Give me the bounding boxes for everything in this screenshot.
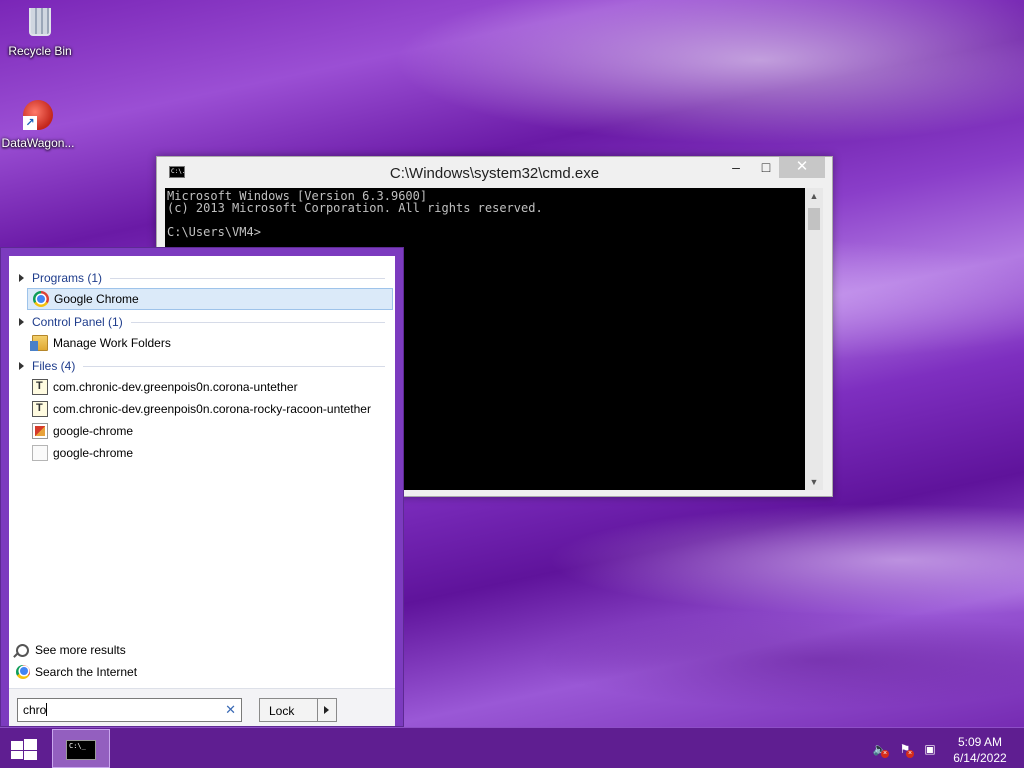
result-label: com.chronic-dev.greenpois0n.corona-untet… [53, 380, 298, 394]
lock-button[interactable]: Lock [259, 698, 337, 722]
windows-start-icon[interactable] [11, 738, 37, 760]
link-label: Search the Internet [35, 665, 138, 679]
chrome-icon [33, 291, 49, 307]
start-menu: Programs (1) Google Chrome Control Panel… [0, 247, 404, 727]
result-google-chrome[interactable]: Google Chrome [27, 288, 393, 310]
scroll-up-icon[interactable]: ▲ [805, 191, 823, 201]
maximize-button[interactable]: □ [753, 157, 779, 178]
close-button[interactable]: ✕ [779, 157, 825, 178]
work-folders-icon [30, 335, 48, 351]
search-input[interactable]: chro ✕ [17, 698, 242, 722]
section-title: Files (4) [32, 359, 76, 373]
section-title: Control Panel (1) [32, 315, 123, 329]
see-more-results-link[interactable]: See more results [16, 641, 126, 659]
expand-triangle-icon [19, 318, 24, 326]
scroll-thumb[interactable] [808, 208, 820, 230]
search-icon [16, 643, 29, 657]
console-prompt: C:\Users\VM4> [167, 225, 261, 239]
minimize-button[interactable]: – [723, 157, 749, 178]
taskbar-cmd-button[interactable]: C:\_ [52, 729, 110, 768]
result-label: google-chrome [53, 446, 134, 460]
link-label: See more results [35, 643, 126, 657]
volume-muted-icon[interactable]: 🔈 × [870, 740, 890, 758]
section-title: Programs (1) [32, 271, 103, 285]
section-header-control-panel[interactable]: Control Panel (1) [19, 313, 385, 331]
result-label: com.chronic-dev.greenpois0n.corona-rocky… [53, 402, 371, 416]
expand-triangle-icon [19, 274, 24, 282]
lock-label: Lock [269, 704, 295, 718]
result-file[interactable]: com.chronic-dev.greenpois0n.corona-rocky… [27, 398, 393, 420]
datawagon-shortcut-icon [22, 100, 54, 132]
system-tray: 🔈 × ⚑ × ▣ [870, 740, 940, 758]
blank-file-icon [32, 445, 48, 461]
desktop-icon-datawagon[interactable]: DataWagon... [0, 100, 76, 150]
cmd-titlebar[interactable]: C:\. C:\Windows\system32\cmd.exe – □ ✕ [157, 157, 832, 189]
desktop-icon-label: Recycle Bin [8, 44, 72, 58]
expand-triangle-icon [19, 362, 24, 370]
action-center-flag-icon[interactable]: ⚑ × [895, 740, 915, 758]
result-file[interactable]: google-chrome [27, 442, 393, 464]
clock-time: 5:09 AM [957, 735, 1003, 749]
desktop-icon-recycle-bin[interactable]: Recycle Bin [2, 6, 78, 58]
section-header-files[interactable]: Files (4) [19, 357, 385, 375]
text-file-icon [32, 401, 48, 417]
power-options-arrow-icon[interactable] [324, 706, 329, 714]
text-file-icon [32, 379, 48, 395]
network-icon[interactable]: ▣ [920, 740, 940, 758]
clear-search-icon[interactable]: ✕ [225, 702, 236, 718]
search-bar-row: chro ✕ Lock [9, 688, 395, 726]
result-file[interactable]: google-chrome [27, 420, 393, 442]
clock[interactable]: 5:09 AM 6/14/2022 [944, 734, 1016, 766]
scroll-down-icon[interactable]: ▼ [805, 477, 823, 487]
console-line: (c) 2013 Microsoft Corporation. All righ… [167, 201, 543, 215]
clock-date: 6/14/2022 [953, 751, 1007, 765]
result-label: Google Chrome [54, 292, 139, 306]
image-file-icon [32, 423, 48, 439]
recycle-bin-icon [24, 8, 56, 40]
vertical-scrollbar[interactable]: ▲ ▼ [805, 188, 823, 490]
search-internet-link[interactable]: Search the Internet [16, 663, 137, 681]
result-label: Manage Work Folders [53, 336, 171, 350]
search-results-pane: Programs (1) Google Chrome Control Panel… [9, 256, 395, 726]
result-manage-work-folders[interactable]: Manage Work Folders [27, 332, 393, 354]
result-label: google-chrome [53, 424, 134, 438]
cmd-icon: C:\_ [66, 740, 96, 760]
section-header-programs[interactable]: Programs (1) [19, 269, 385, 287]
result-file[interactable]: com.chronic-dev.greenpois0n.corona-untet… [27, 376, 393, 398]
chrome-icon [16, 665, 30, 679]
search-query-text: chro [23, 703, 47, 717]
taskbar: C:\_ 🔈 × ⚑ × ▣ 5:09 AM 6/14/2022 [0, 727, 1024, 768]
desktop-icon-label: DataWagon... [1, 136, 75, 150]
